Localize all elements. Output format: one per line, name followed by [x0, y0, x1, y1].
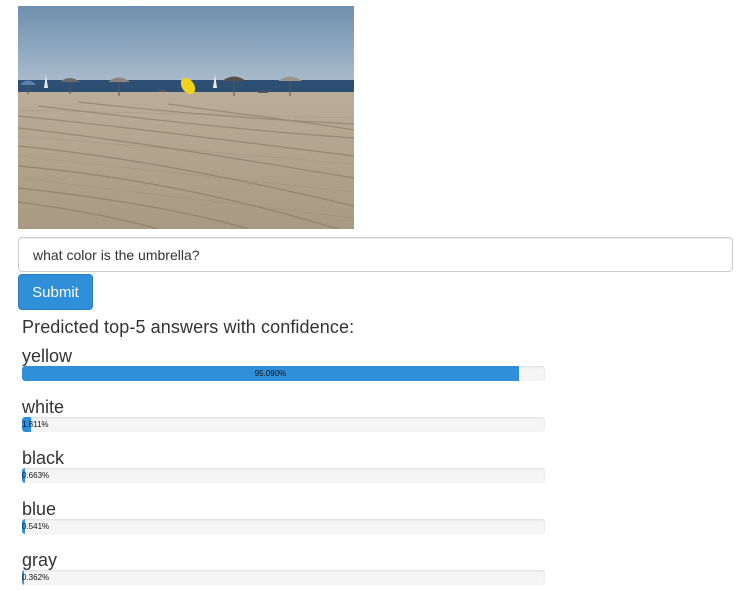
answer-label: yellow	[22, 346, 73, 366]
confidence-text: 0.541%	[22, 522, 50, 531]
results-heading: Predicted top-5 answers with confidence:	[22, 317, 355, 337]
beach-photo	[18, 6, 354, 229]
confidence-progress: 95.090%	[22, 366, 545, 381]
confidence-text: 0.663%	[22, 471, 50, 480]
answer-label: black	[22, 448, 65, 468]
confidence-text: 95.090%	[254, 369, 287, 378]
answer-item: blue 0.541%	[22, 499, 545, 534]
answer-label: blue	[22, 499, 57, 519]
confidence-progress: 0.663%	[22, 468, 545, 483]
submit-button[interactable]: Submit	[18, 274, 93, 310]
answer-item: white 1.811%	[22, 397, 545, 432]
vqa-demo-page: Submit Predicted top-5 answers with conf…	[0, 0, 755, 591]
confidence-progress: 0.362%	[22, 570, 545, 585]
confidence-progress: 0.541%	[22, 519, 545, 534]
answer-label: white	[22, 397, 65, 417]
question-input[interactable]	[18, 237, 733, 272]
confidence-progress: 1.811%	[22, 417, 545, 432]
confidence-text: 0.362%	[22, 573, 50, 582]
confidence-text: 1.811%	[22, 420, 49, 429]
answer-item: gray 0.362%	[22, 550, 545, 585]
answer-item: black 0.663%	[22, 448, 545, 483]
answer-label: gray	[22, 550, 58, 570]
answer-item: yellow 95.090%	[22, 346, 545, 381]
